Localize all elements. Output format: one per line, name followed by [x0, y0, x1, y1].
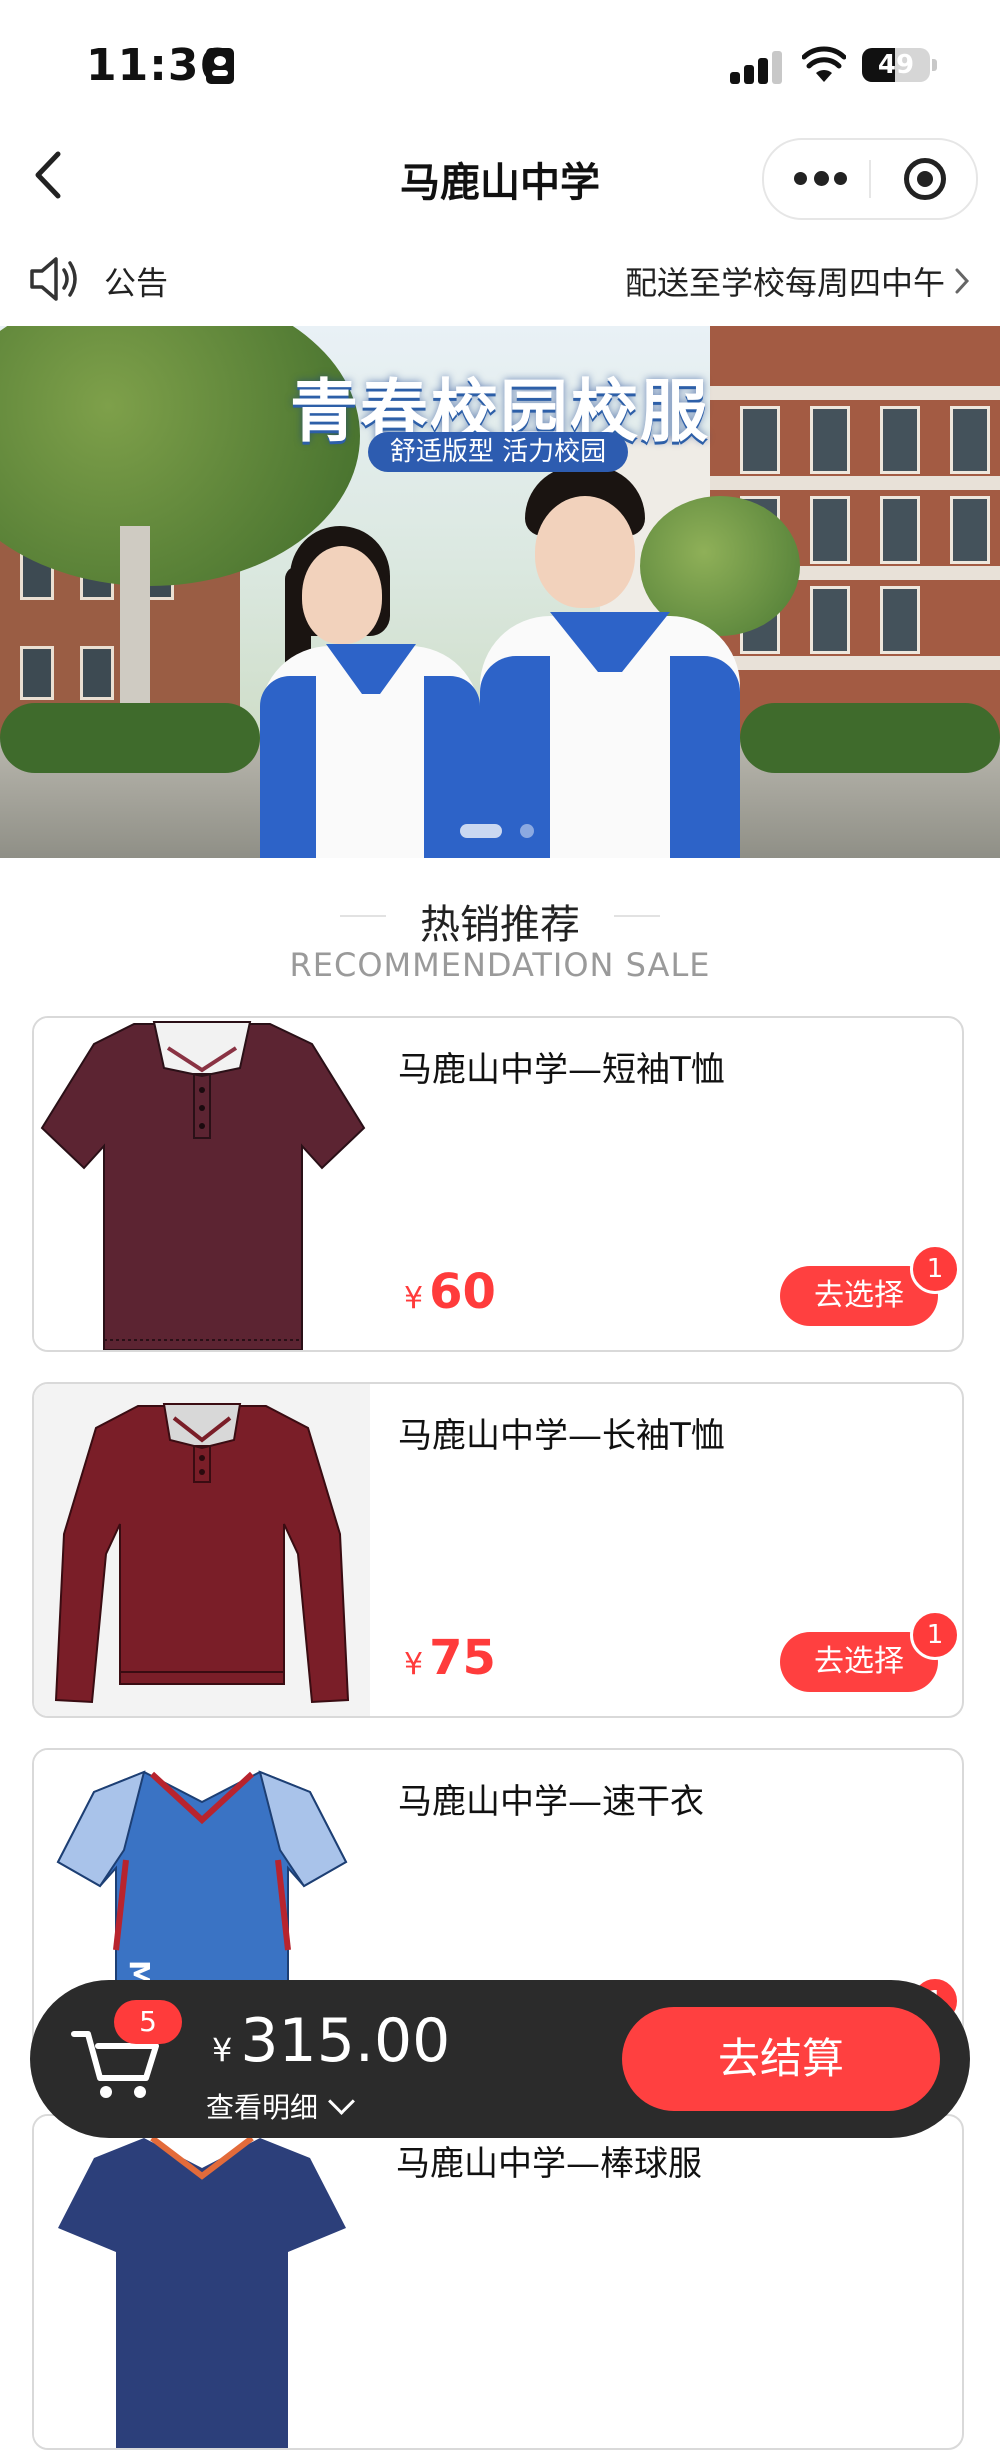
- speaker-icon: [30, 257, 77, 301]
- view-details-label: 查看明细: [206, 2091, 319, 2124]
- notice-label: 公告: [104, 264, 169, 302]
- product-name: 马鹿山中学—长袖T恤: [398, 1416, 725, 1456]
- product-image-baseball-jacket: [34, 2116, 370, 2448]
- product-card[interactable]: 马鹿山中学—短袖T恤 ¥60 去选择 1: [32, 1016, 964, 1352]
- section-title: 热销推荐: [420, 902, 580, 948]
- notice-text: 配送至学校每周四中午: [625, 264, 946, 302]
- cart-total-value: 315.00: [240, 2006, 451, 2076]
- banner-student-girl: [250, 526, 490, 858]
- cart-count-badge: 5: [114, 2000, 182, 2044]
- capsule-divider: [869, 160, 871, 198]
- banner-subtitle: 舒适版型 活力校园: [368, 432, 628, 472]
- id-card-icon: [206, 48, 234, 84]
- close-miniprogram-icon[interactable]: [904, 158, 946, 200]
- status-bar: 11:36 49: [0, 0, 1000, 130]
- currency-symbol: ¥: [404, 1647, 424, 1682]
- product-name: 马鹿山中学—速干衣: [398, 1782, 704, 1822]
- notice-bar[interactable]: 公告 配送至学校每周四中午: [0, 246, 1000, 316]
- product-name: 马鹿山中学—棒球服: [396, 2144, 702, 2184]
- product-image-long-sleeve-polo: [34, 1384, 370, 1716]
- selected-count-badge: 1: [910, 1610, 960, 1660]
- product-card[interactable]: 马鹿山中学—长袖T恤 ¥75 去选择 1: [32, 1382, 964, 1718]
- battery-icon: 49: [862, 48, 930, 82]
- cart-total: ¥315.00: [212, 2006, 450, 2076]
- product-price: ¥60: [404, 1264, 496, 1320]
- promo-banner[interactable]: 青春校园校服 舒适版型 活力校园: [0, 326, 1000, 858]
- mini-program-capsule: [762, 138, 978, 220]
- product-price: ¥75: [404, 1630, 496, 1686]
- wifi-icon: [802, 46, 846, 82]
- currency-symbol: ¥: [212, 2031, 233, 2069]
- chevron-down-icon: [328, 2088, 355, 2115]
- section-divider-right: [614, 915, 660, 917]
- more-icon[interactable]: [794, 168, 848, 188]
- cart-bar: 5 ¥315.00 查看明细 去结算: [30, 1980, 970, 2138]
- carousel-indicator: [460, 824, 540, 838]
- signal-icon: [730, 50, 784, 84]
- product-name: 马鹿山中学—短袖T恤: [398, 1050, 725, 1090]
- banner-hedge: [740, 703, 1000, 773]
- price-value: 75: [429, 1630, 496, 1686]
- banner-student-boy: [480, 466, 750, 858]
- carousel-dot: [520, 824, 534, 838]
- price-value: 60: [429, 1264, 496, 1320]
- chevron-right-icon: [955, 268, 970, 294]
- currency-symbol: ¥: [404, 1281, 424, 1316]
- checkout-button[interactable]: 去结算: [622, 2007, 940, 2111]
- product-image-short-sleeve-polo: [34, 1018, 370, 1350]
- battery-level: 49: [877, 50, 915, 80]
- battery-cap: [932, 59, 937, 71]
- section-subtitle: RECOMMENDATION SALE: [289, 946, 711, 984]
- view-details-link[interactable]: 查看明细: [206, 2086, 355, 2126]
- banner-hedge: [0, 703, 260, 773]
- selected-count-badge: 1: [910, 1244, 960, 1294]
- carousel-dot-active: [460, 824, 502, 838]
